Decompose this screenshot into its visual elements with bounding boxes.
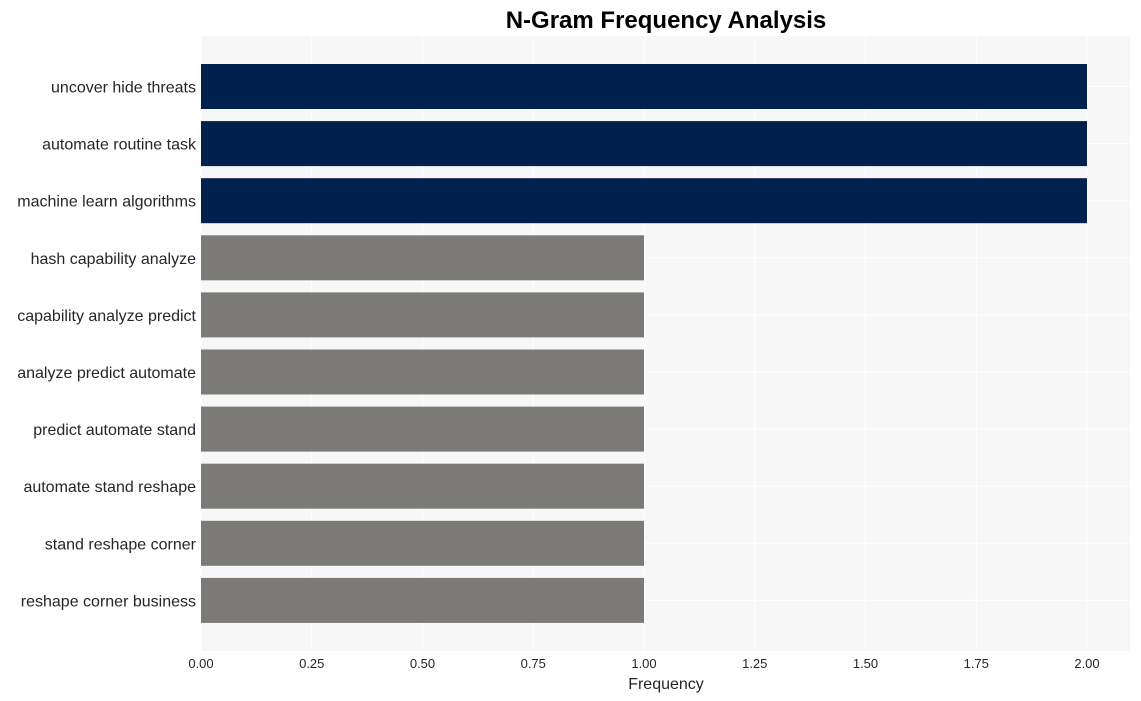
y-tick-label: stand reshape corner — [45, 536, 197, 553]
x-tick-label: 0.75 — [521, 656, 546, 671]
bar — [201, 349, 644, 395]
bar — [201, 463, 644, 509]
bar — [201, 121, 1087, 167]
y-tick-label: capability analyze predict — [17, 308, 196, 325]
y-tick-label: machine learn algorithms — [17, 194, 196, 211]
x-tick-label: 1.00 — [631, 656, 656, 671]
bar — [201, 292, 644, 338]
x-tick-label: 0.50 — [410, 656, 435, 671]
bar — [201, 235, 644, 281]
y-tick-labels: uncover hide threats automate routine tas… — [17, 80, 197, 611]
x-tick-label: 1.25 — [742, 656, 767, 671]
x-tick-label: 0.00 — [188, 656, 213, 671]
y-tick-label: reshape corner business — [21, 593, 196, 610]
y-tick-label: analyze predict automate — [17, 365, 196, 382]
y-tick-label: predict automate stand — [33, 422, 196, 439]
chart-title: N-Gram Frequency Analysis — [506, 7, 827, 34]
x-tick-label: 1.50 — [853, 656, 878, 671]
x-tick-labels: 0.00 0.25 0.50 0.75 1.00 1.25 1.50 1.75 2.00 — [188, 656, 1099, 671]
ngram-bar-chart: uncover hide threats automate routine tas… — [17, 7, 1130, 693]
y-tick-label: hash capability analyze — [31, 251, 197, 268]
x-tick-label: 2.00 — [1074, 656, 1099, 671]
bar — [201, 406, 644, 452]
bar — [201, 520, 644, 566]
x-tick-label: 0.25 — [299, 656, 324, 671]
y-tick-label: automate stand reshape — [23, 479, 196, 496]
x-tick-label: 1.75 — [964, 656, 989, 671]
x-axis-label: Frequency — [628, 676, 704, 693]
y-tick-label: automate routine task — [42, 137, 197, 154]
bar — [201, 577, 644, 623]
y-tick-label: uncover hide threats — [51, 80, 196, 97]
bar — [201, 64, 1087, 109]
bar — [201, 178, 1087, 224]
